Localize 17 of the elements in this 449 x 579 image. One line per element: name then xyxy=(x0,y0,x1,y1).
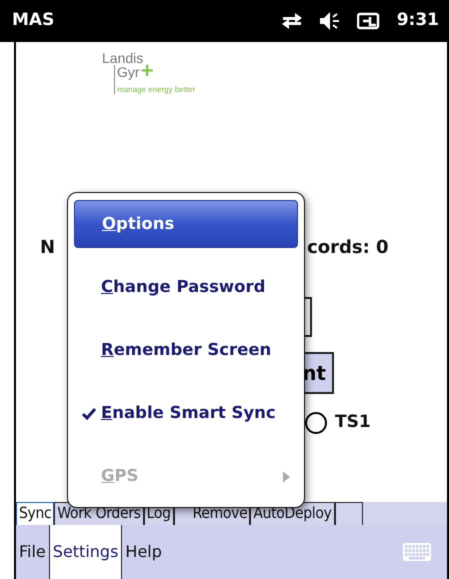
logo-text: Landis xyxy=(102,51,144,65)
speaker-icon[interactable] xyxy=(318,11,341,31)
app-title: MAS xyxy=(12,9,54,32)
submenu-arrow-icon xyxy=(283,471,290,482)
clock: 9:31 xyxy=(396,9,439,32)
menu-item[interactable]: Options xyxy=(74,200,298,248)
tab[interactable]: Sync xyxy=(16,502,54,525)
radio-label: TS1 xyxy=(335,411,371,434)
record-count: cords: 0 xyxy=(307,236,389,260)
menu-bar-item[interactable]: Settings xyxy=(50,525,122,579)
record-label: N xyxy=(40,236,56,260)
logo-tagline: manage energy better xyxy=(114,79,196,94)
menu-item[interactable]: Change Password xyxy=(74,256,298,319)
logo-mark: + xyxy=(140,65,155,77)
connection-icon[interactable] xyxy=(280,12,303,30)
logo-text: Gyr xyxy=(114,65,140,79)
battery-icon[interactable] xyxy=(356,12,381,30)
